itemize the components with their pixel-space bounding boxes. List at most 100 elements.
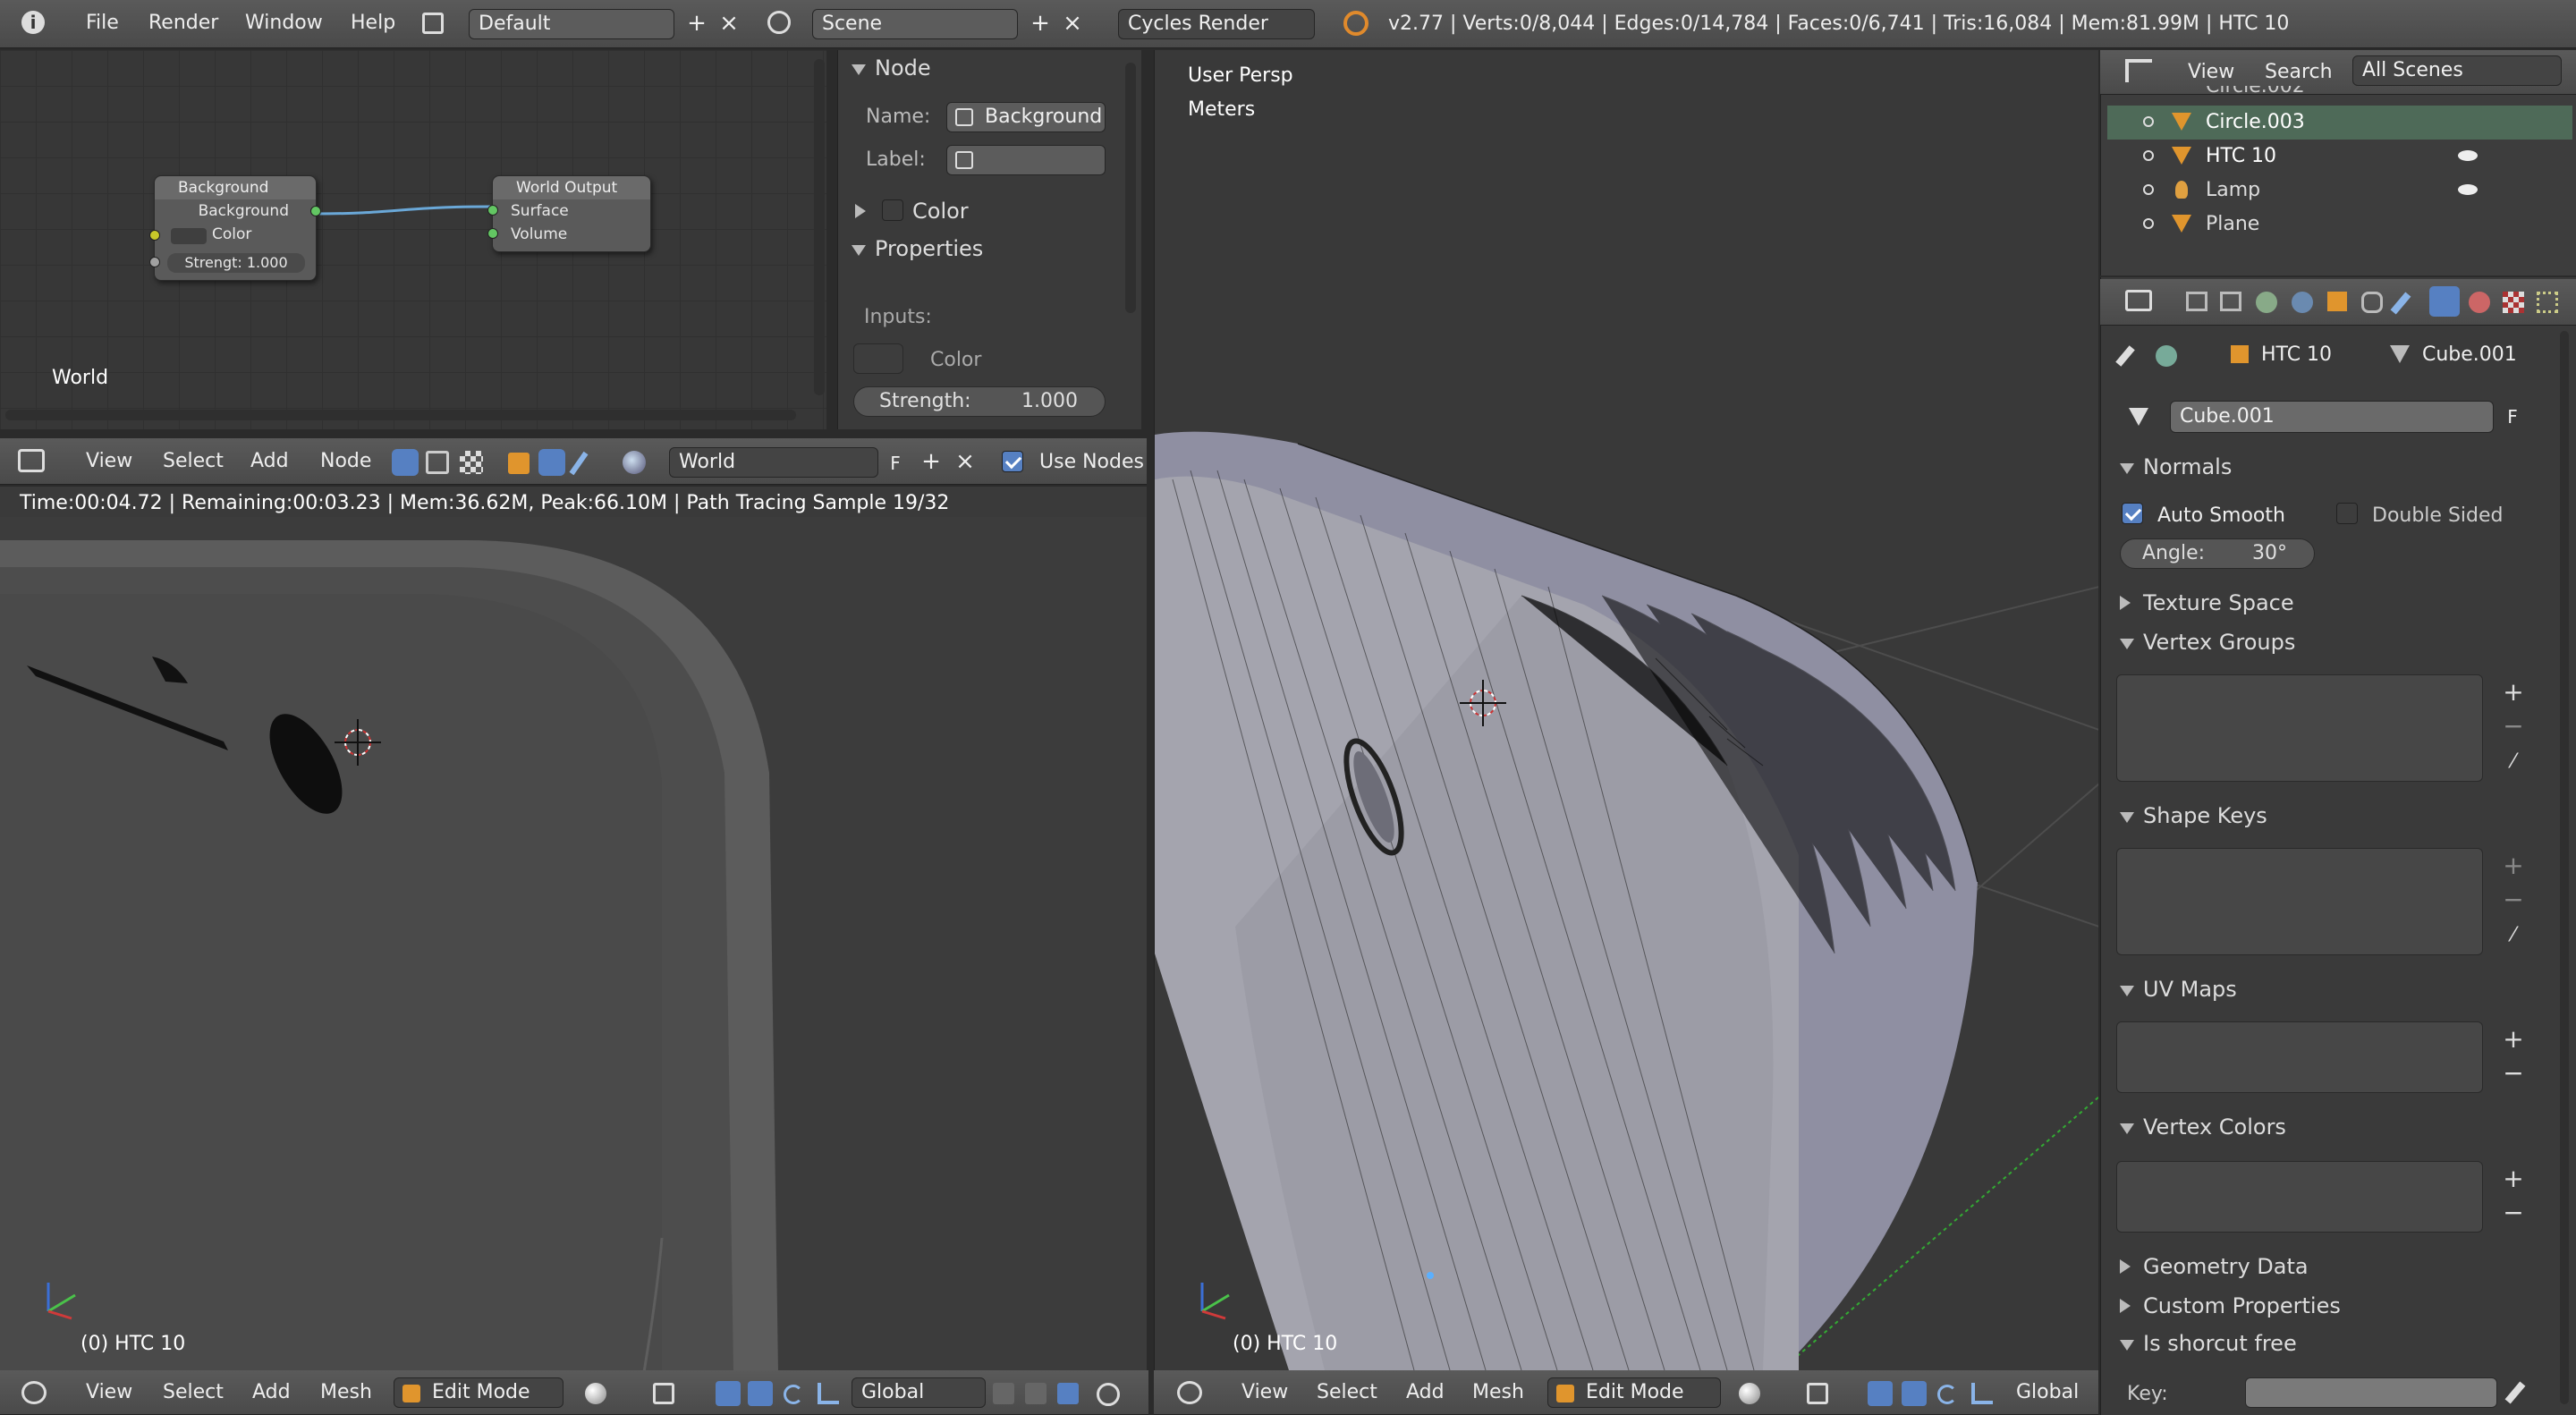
scene-icon[interactable]: [767, 11, 791, 34]
background-node[interactable]: Background Background Color Strengt: 1.0…: [149, 175, 321, 281]
shortcut-free-panel-header[interactable]: Is shorcut free: [2120, 1331, 2297, 1356]
particles-tab-icon[interactable]: [2537, 292, 2558, 313]
editor-type-icon[interactable]: [1177, 1381, 1202, 1404]
3d-viewport[interactable]: [1154, 50, 2098, 1370]
visibility-eye-icon[interactable]: [2458, 150, 2478, 161]
strength-input-socket[interactable]: [149, 257, 160, 267]
node-strength-field[interactable]: Strengt: 1.000: [167, 253, 305, 273]
node-color-swatch[interactable]: [171, 228, 207, 244]
render-viewport[interactable]: [0, 487, 1147, 1372]
node-panel-header[interactable]: Node: [852, 55, 931, 80]
shading-sphere-icon[interactable]: [585, 1383, 606, 1404]
render-orientation-select[interactable]: Global: [852, 1377, 986, 1408]
double-sided-checkbox[interactable]: [2336, 503, 2358, 524]
properties-panel-header[interactable]: Properties: [852, 236, 983, 261]
expand-icon[interactable]: [2143, 184, 2154, 195]
shape-key-menu-button[interactable]: ⁄: [2497, 919, 2529, 952]
translate-icon[interactable]: [1902, 1381, 1927, 1406]
node-editor-hscrollbar[interactable]: [5, 410, 796, 420]
scale-icon[interactable]: [818, 1383, 839, 1404]
menu-render[interactable]: Render: [148, 12, 218, 34]
render-menu-mesh[interactable]: Mesh: [320, 1381, 372, 1403]
layer-button-icon[interactable]: [1057, 1383, 1079, 1404]
world-tab-icon[interactable]: [2292, 292, 2313, 313]
menu-file[interactable]: File: [86, 12, 119, 34]
mesh-name-field[interactable]: Cube.001: [2170, 401, 2494, 433]
node-menu-select[interactable]: Select: [163, 450, 224, 472]
node-menu-view[interactable]: View: [86, 450, 132, 472]
data-tab-icon[interactable]: [2429, 286, 2460, 317]
pivot-icon[interactable]: [653, 1383, 674, 1404]
translate-icon[interactable]: [748, 1381, 773, 1406]
viewport-menu-select[interactable]: Select: [1317, 1381, 1377, 1403]
fake-user-button[interactable]: F: [882, 449, 909, 478]
color-swatch-field[interactable]: [853, 343, 903, 374]
add-layout-button[interactable]: +: [683, 9, 710, 38]
shape-keys-panel-header[interactable]: Shape Keys: [2120, 803, 2267, 828]
screen-layout-icon[interactable]: [422, 13, 444, 34]
rotate-icon[interactable]: [784, 1385, 803, 1404]
node-menu-add[interactable]: Add: [250, 450, 289, 472]
layer-button-icon[interactable]: [1025, 1383, 1046, 1404]
pivot-icon[interactable]: [1807, 1383, 1828, 1404]
viewport-menu-add[interactable]: Add: [1406, 1381, 1445, 1403]
editor-type-icon[interactable]: [18, 449, 45, 472]
node-editor-vscrollbar[interactable]: [814, 59, 825, 395]
uv-maps-panel-header[interactable]: UV Maps: [2120, 977, 2237, 1002]
add-scene-button[interactable]: +: [1027, 9, 1054, 38]
layout-selector[interactable]: Default: [469, 9, 674, 39]
viewport-menu-mesh[interactable]: Mesh: [1472, 1381, 1524, 1403]
node-menu-node[interactable]: Node: [320, 450, 371, 472]
remove-uv-map-button[interactable]: −: [2497, 1057, 2529, 1089]
manipulator-icon[interactable]: [1868, 1381, 1893, 1406]
info-icon[interactable]: i: [21, 11, 45, 34]
vertex-groups-list[interactable]: [2116, 674, 2483, 782]
constraints-tab-icon[interactable]: [2361, 292, 2383, 313]
unlink-world-button[interactable]: ×: [952, 447, 979, 476]
layer-button-icon[interactable]: [993, 1383, 1014, 1404]
mesh-fake-user-button[interactable]: F: [2499, 402, 2526, 431]
vertex-groups-panel-header[interactable]: Vertex Groups: [2120, 630, 2295, 655]
vertex-colors-list[interactable]: [2116, 1161, 2483, 1233]
node-editor-canvas[interactable]: [0, 50, 826, 429]
shader-type-icon[interactable]: [392, 449, 419, 476]
object-tab-icon[interactable]: [2327, 292, 2347, 311]
remove-vertex-color-button[interactable]: −: [2497, 1197, 2529, 1229]
texture-icon[interactable]: [460, 451, 483, 474]
vertex-group-menu-button[interactable]: ⁄: [2497, 746, 2529, 778]
normals-panel-header[interactable]: Normals: [2120, 454, 2232, 479]
expand-icon[interactable]: [2143, 218, 2154, 229]
key-field[interactable]: [2245, 1377, 2497, 1408]
object-shader-icon[interactable]: [508, 453, 530, 474]
editor-type-icon[interactable]: [2125, 59, 2152, 82]
properties-scrollbar[interactable]: [2560, 331, 2569, 1404]
menu-help[interactable]: Help: [351, 12, 395, 34]
remove-shape-key-button[interactable]: −: [2497, 884, 2529, 916]
rotate-icon[interactable]: [1937, 1385, 1957, 1404]
vertex-colors-panel-header[interactable]: Vertex Colors: [2120, 1114, 2286, 1140]
auto-smooth-checkbox[interactable]: [2122, 503, 2143, 524]
output-socket[interactable]: [310, 206, 321, 216]
material-tab-icon[interactable]: [2469, 292, 2490, 313]
remove-layout-button[interactable]: ×: [716, 9, 742, 38]
add-vertex-group-button[interactable]: +: [2497, 676, 2529, 708]
layers-tab-icon[interactable]: [2220, 292, 2241, 311]
menu-window[interactable]: Window: [245, 12, 323, 34]
color-input-socket[interactable]: [149, 230, 160, 241]
outliner-menu-view[interactable]: View: [2188, 61, 2234, 83]
world-output-node[interactable]: World Output Surface Volume: [487, 175, 651, 252]
scene-selector[interactable]: Scene: [812, 9, 1018, 39]
sidebar-scrollbar[interactable]: [1125, 63, 1136, 313]
render-menu-add[interactable]: Add: [252, 1381, 291, 1403]
world-shader-icon[interactable]: [538, 449, 565, 476]
editor-type-icon[interactable]: [21, 1381, 47, 1404]
render-menu-view[interactable]: View: [86, 1381, 132, 1403]
custom-properties-panel-header[interactable]: Custom Properties: [2120, 1293, 2341, 1318]
new-world-button[interactable]: +: [918, 447, 945, 476]
shape-keys-list[interactable]: [2116, 848, 2483, 955]
outliner-filter-select[interactable]: All Scenes: [2352, 55, 2562, 86]
color-panel-header[interactable]: Color: [855, 199, 969, 224]
compositing-icon[interactable]: [426, 451, 449, 474]
outliner-menu-search[interactable]: Search: [2265, 61, 2333, 83]
uv-maps-list[interactable]: [2116, 1021, 2483, 1093]
